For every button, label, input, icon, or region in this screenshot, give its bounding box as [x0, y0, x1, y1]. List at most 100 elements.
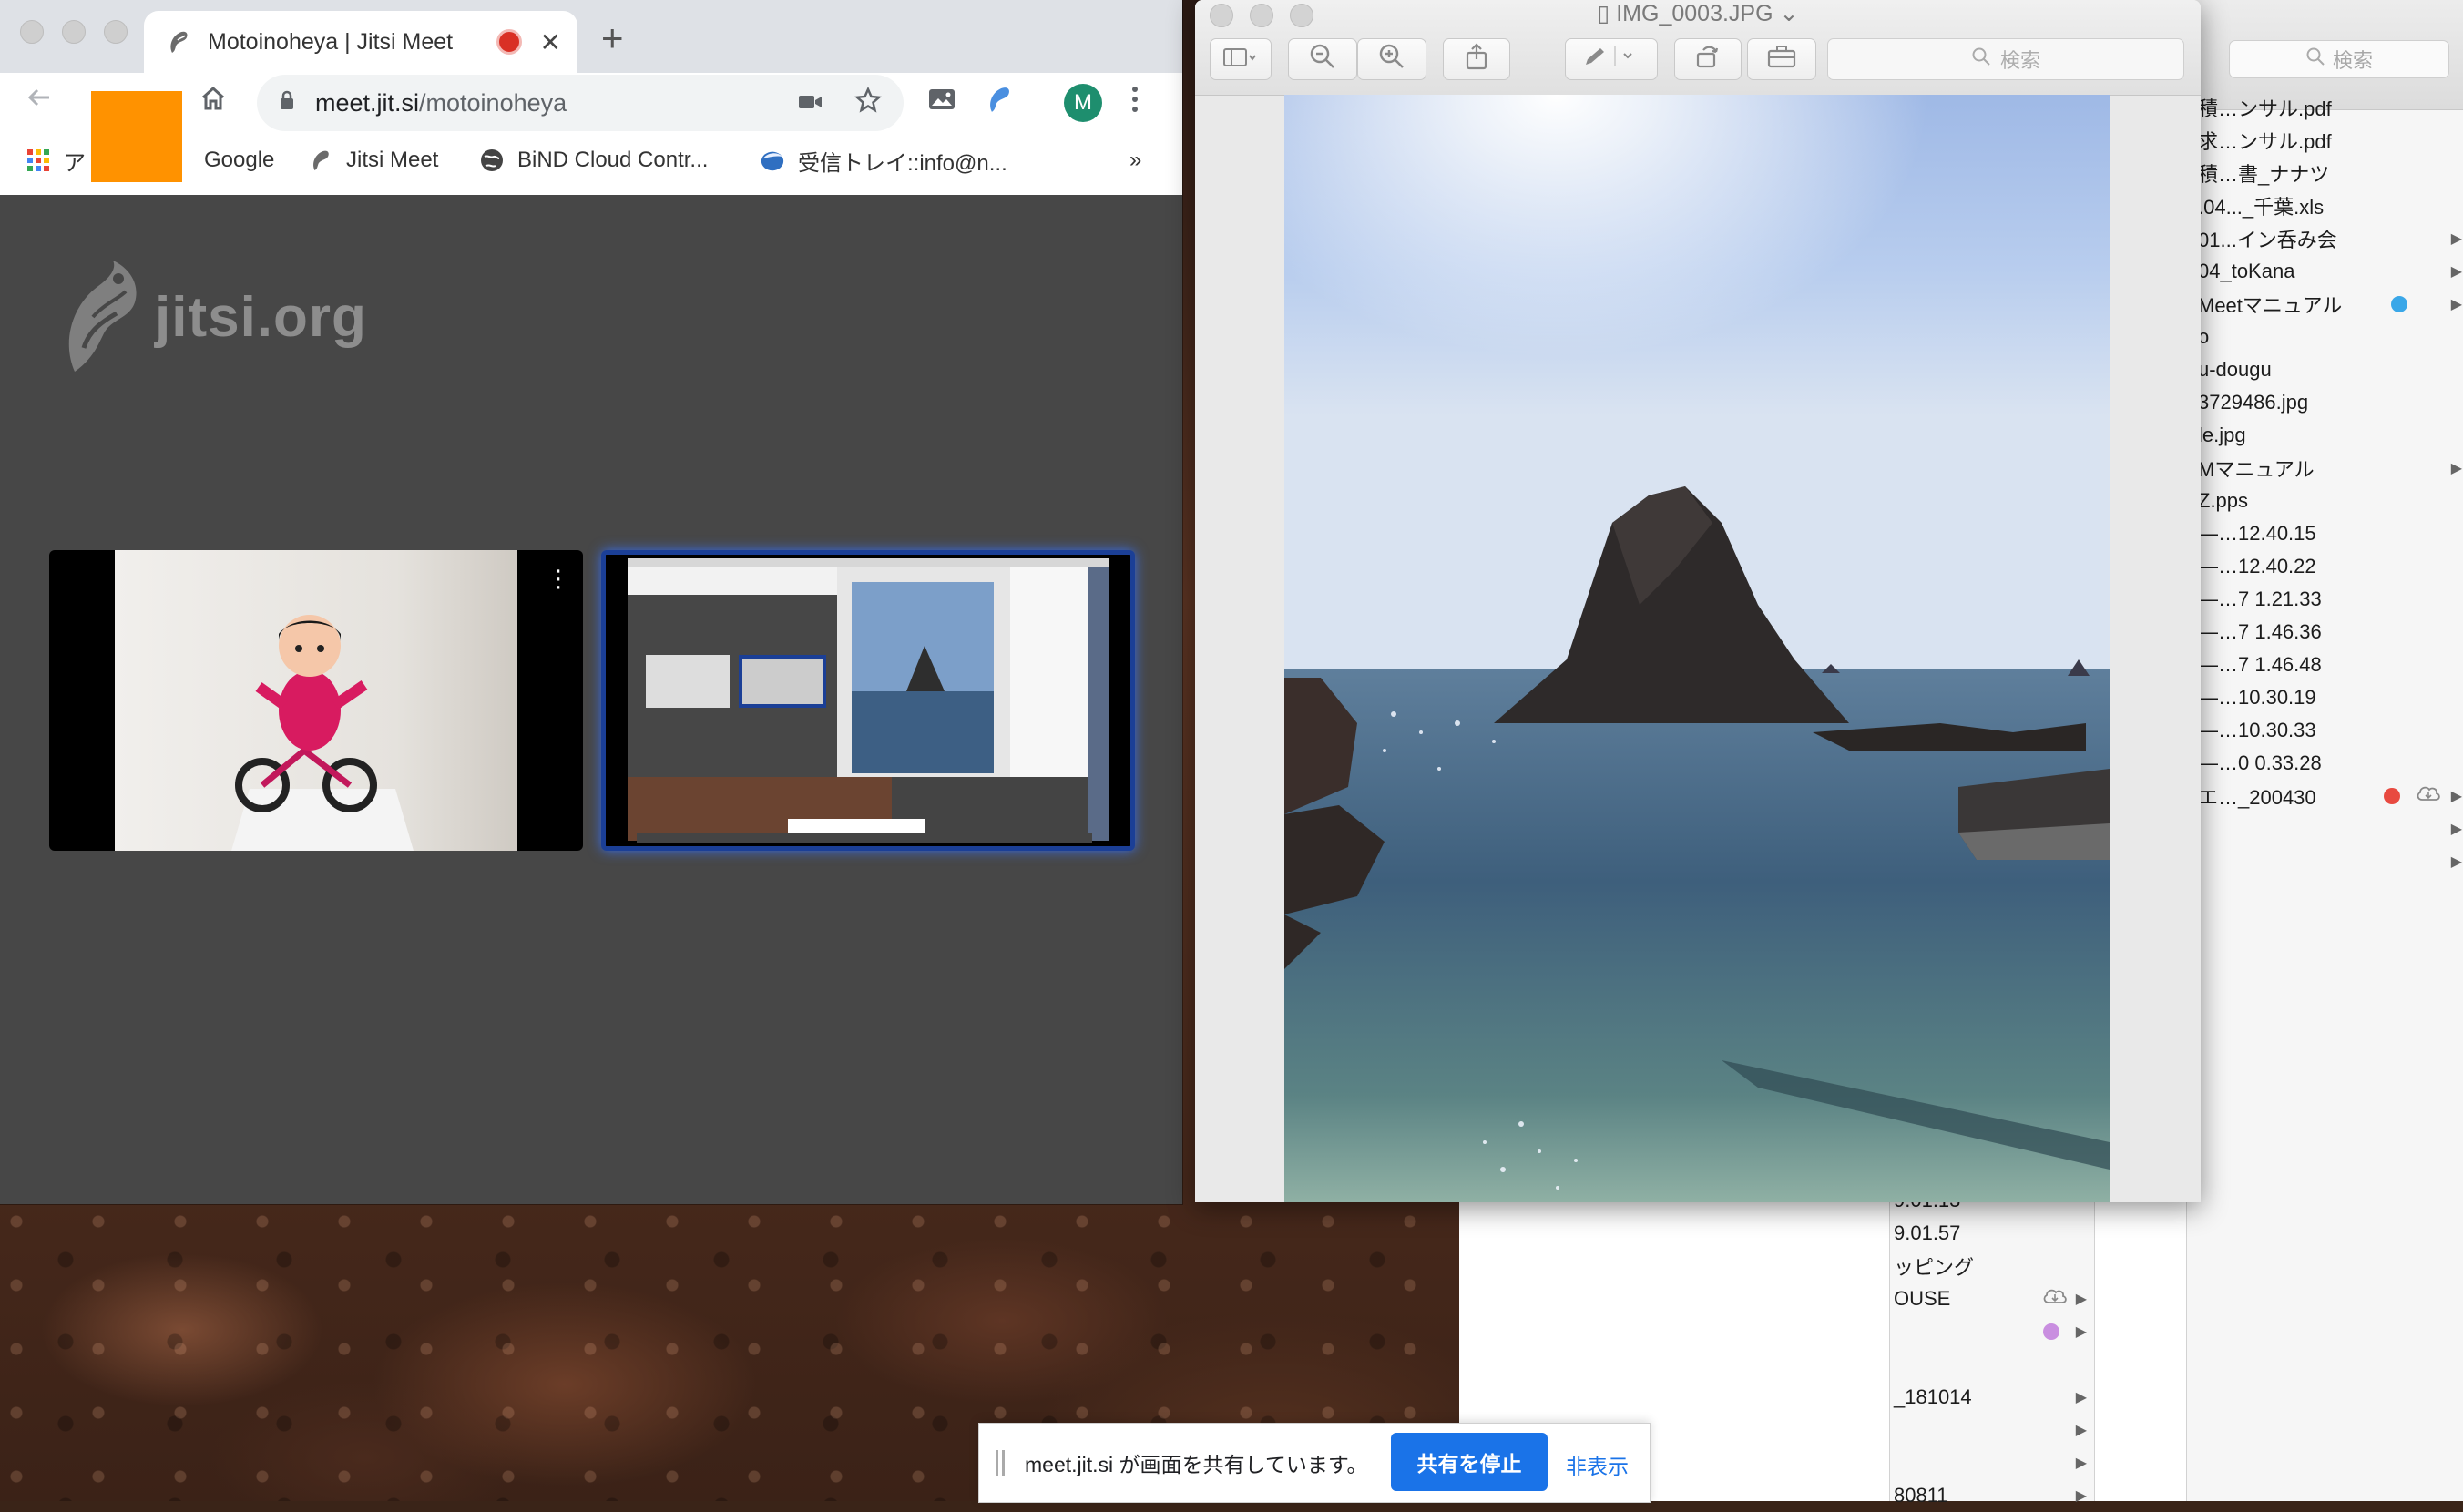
disclosure-arrow-icon[interactable]: ▶	[2076, 1421, 2087, 1439]
disclosure-arrow-icon[interactable]: ▶	[2076, 1454, 2087, 1472]
preview-titlebar: ▯ IMG_0003.JPG ⌄ 検索	[1195, 0, 2201, 96]
finder-file-row[interactable]: —…7 1.21.33	[2187, 583, 2463, 616]
preview-search-field[interactable]: 検索	[1827, 38, 2184, 80]
finder-file-row[interactable]: 3729486.jpg	[2187, 386, 2463, 419]
preview-photo	[1284, 95, 2110, 1202]
hide-button[interactable]: 非表示	[1566, 1449, 1629, 1480]
jitsi-extension-icon[interactable]	[986, 84, 1013, 122]
disclosure-arrow-icon[interactable]: ▶	[2076, 1486, 2087, 1505]
tab-close-icon[interactable]: ✕	[540, 27, 561, 57]
finder-file-row[interactable]: u-dougu	[2187, 353, 2463, 386]
new-tab-button[interactable]: +	[601, 16, 624, 60]
markup-button[interactable]	[1565, 38, 1658, 80]
finder-file-row[interactable]: エ…_200430 ▶	[2187, 780, 2463, 812]
close-window-button[interactable]	[20, 20, 44, 44]
finder-file-row[interactable]: _181014 ▶	[1890, 1381, 2094, 1414]
finder-file-row[interactable]: o	[2187, 321, 2463, 353]
disclosure-arrow-icon[interactable]: ▶	[2451, 820, 2462, 838]
finder-file-row[interactable]: le.jpg	[2187, 419, 2463, 452]
apps-grid-icon	[26, 148, 51, 173]
finder-file-row[interactable]: —…7 1.46.48	[2187, 649, 2463, 681]
finder-file-row[interactable]: 04_toKana ▶	[2187, 255, 2463, 288]
finder-file-row[interactable]: —…10.30.19	[2187, 681, 2463, 714]
participant-video-screenshare[interactable]	[601, 550, 1135, 851]
bookmark-google[interactable]: Google	[204, 148, 274, 173]
finder-file-row[interactable]: —…12.40.15	[2187, 517, 2463, 550]
participant-video-camera[interactable]: ⋮	[49, 550, 583, 851]
bookmark-apps[interactable]: ア	[26, 145, 86, 177]
back-arrow-icon[interactable]	[24, 82, 55, 120]
finder-file-row[interactable]: —…0 0.33.28	[2187, 747, 2463, 780]
file-name: Mマニュアル	[2198, 458, 2315, 481]
address-bar[interactable]: meet.jit.si/motoinoheya	[257, 75, 904, 131]
finder-file-row[interactable]: 80811 ▶	[1890, 1479, 2094, 1512]
bookmark-jitsi-meet[interactable]: Jitsi Meet	[308, 148, 438, 173]
color-tag-dot	[2391, 296, 2407, 312]
sidebar-toggle-button[interactable]	[1210, 38, 1272, 80]
disclosure-arrow-icon[interactable]: ▶	[2451, 787, 2462, 805]
zoom-in-button[interactable]	[1357, 38, 1426, 80]
rotate-button[interactable]	[1674, 38, 1742, 80]
media-extension-icon[interactable]	[927, 86, 956, 120]
finder-file-row[interactable]: .04..._千葉.xls	[2187, 189, 2463, 222]
finder-file-row[interactable]: ッピング	[1890, 1250, 2094, 1282]
profile-avatar[interactable]: M	[1064, 84, 1102, 122]
stop-sharing-button[interactable]: 共有を停止	[1391, 1433, 1548, 1491]
finder-file-row[interactable]: ▶	[1890, 1446, 2094, 1479]
bookmark-label: Jitsi Meet	[346, 148, 439, 172]
disclosure-arrow-icon[interactable]: ▶	[2076, 1323, 2087, 1341]
jitsi-favicon-icon	[308, 148, 333, 173]
finder-search-field[interactable]: 検索	[2229, 40, 2449, 78]
more-bookmarks-button[interactable]: »	[1129, 148, 1141, 173]
sharing-message: meet.jit.si が画面を共有しています。	[1025, 1453, 1368, 1476]
camera-icon[interactable]	[798, 88, 823, 117]
finder-file-row[interactable]: ▶	[2187, 845, 2463, 878]
finder-file-row[interactable]: 求…ンサル.pdf	[2187, 124, 2463, 157]
finder-file-row[interactable]: —…12.40.22	[2187, 550, 2463, 583]
zoom-out-button[interactable]	[1288, 38, 1357, 80]
finder-file-row[interactable]: 01...イン呑み会 ▶	[2187, 222, 2463, 255]
disclosure-arrow-icon[interactable]: ▶	[2451, 295, 2462, 313]
finder-file-row[interactable]: ▶	[1890, 1414, 2094, 1446]
home-icon[interactable]	[199, 84, 228, 120]
finder-file-row[interactable]: —…10.30.33	[2187, 714, 2463, 747]
disclosure-arrow-icon[interactable]: ▶	[2451, 459, 2462, 477]
disclosure-arrow-icon[interactable]: ▶	[2076, 1388, 2087, 1406]
zoom-window-button[interactable]	[104, 20, 128, 44]
thumbnail-menu-icon[interactable]: ⋮	[547, 567, 570, 590]
finder-file-row[interactable]: ▶	[1890, 1315, 2094, 1348]
tab-jitsi-meet[interactable]: Motoinoheya | Jitsi Meet ✕	[144, 11, 577, 73]
file-name: —…12.40.22	[2198, 555, 2316, 577]
drag-handle-icon[interactable]	[996, 1450, 1005, 1476]
file-name: u-dougu	[2198, 358, 2272, 381]
finder-file-row[interactable]: Meetマニュアル ▶	[2187, 288, 2463, 321]
kebab-menu-icon[interactable]	[1129, 84, 1140, 122]
share-button[interactable]	[1443, 38, 1510, 80]
chrome-window: Motoinoheya | Jitsi Meet ✕ + meet.jit.si…	[0, 0, 1182, 1204]
icloud-download-icon[interactable]	[2041, 1286, 2069, 1312]
preview-search-placeholder: 検索	[1999, 49, 2040, 72]
disclosure-arrow-icon[interactable]: ▶	[2076, 1290, 2087, 1308]
disclosure-arrow-icon[interactable]: ▶	[2451, 262, 2462, 281]
bookmark-bind-cloud[interactable]: BiND Cloud Contr...	[479, 148, 708, 173]
url-text: meet.jit.si/motoinoheya	[315, 88, 567, 117]
finder-file-row[interactable]: —…7 1.46.36	[2187, 616, 2463, 649]
finder-file-row[interactable]: Z.pps	[2187, 485, 2463, 517]
toolbox-button[interactable]	[1747, 38, 1816, 80]
minimize-window-button[interactable]	[62, 20, 86, 44]
color-tag-dot	[2043, 1323, 2059, 1340]
finder-file-row[interactable]	[1890, 1348, 2094, 1381]
bookmark-inbox[interactable]: 受信トレイ::info@n...	[760, 145, 1007, 177]
finder-file-row[interactable]: 積…書_ナナツ	[2187, 157, 2463, 189]
bookmark-star-icon[interactable]	[853, 86, 883, 120]
finder-file-row[interactable]: ▶	[2187, 812, 2463, 845]
finder-file-row[interactable]: Mマニュアル ▶	[2187, 452, 2463, 485]
jitsi-favicon-icon	[166, 29, 191, 55]
icloud-download-icon[interactable]	[2415, 783, 2442, 809]
finder-file-row[interactable]: OUSE ▶	[1890, 1282, 2094, 1315]
disclosure-arrow-icon[interactable]: ▶	[2451, 230, 2462, 248]
disclosure-arrow-icon[interactable]: ▶	[2451, 853, 2462, 871]
finder-window: 検索 積…ンサル.pdf 求…ンサル.pdf 積…書_ナナツ .04..._千葉.xl…	[2186, 0, 2463, 1501]
finder-file-row[interactable]: 積…ンサル.pdf	[2187, 91, 2463, 124]
finder-file-row[interactable]: 9.01.57	[1890, 1217, 2094, 1250]
